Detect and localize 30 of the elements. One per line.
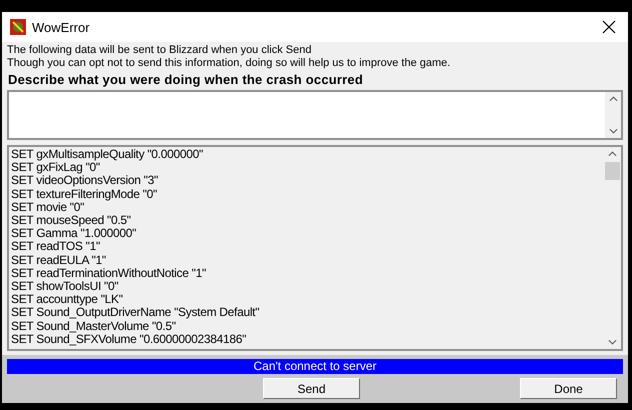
log-line: SET videoOptionsVersion "3" (11, 174, 159, 188)
log-line: SET showToolsUI "0" (11, 280, 120, 294)
log-line: SET readTOS "1" (11, 240, 101, 254)
app-icon (10, 19, 26, 35)
done-button[interactable]: Done (520, 378, 617, 399)
log-line: SET mouseSpeed "0.5" (11, 214, 132, 228)
log-line: SET Sound_OutputDriverName "System Default" (11, 306, 260, 320)
scrollbar-thumb[interactable] (604, 162, 620, 180)
window-title: WowError (32, 20, 91, 34)
log-line: SET readEULA "1" (11, 254, 107, 267)
log-line: SET Gamma "1.000000" (11, 227, 138, 240)
log-line: SET movie "0" (11, 200, 84, 214)
scroll-down-icon[interactable] (608, 339, 616, 345)
log-line: SET accounttype "LK" (11, 293, 124, 306)
scroll-down-icon[interactable] (608, 128, 618, 134)
log-line: SET gxFixLag "0" (11, 161, 100, 174)
log-line: SET Sound_MasterVolume "0.5" (11, 320, 177, 333)
intro-text: The following data will be sent to Blizzard when you click Send (7, 44, 312, 57)
scroll-up-icon[interactable] (608, 151, 616, 157)
close-icon[interactable] (602, 20, 616, 34)
description-label: Describe what you were doing when the crash occurred (8, 72, 364, 87)
log-line: SET readTerminationWithoutNotice "1" (11, 266, 207, 280)
status-bar: Can't connect to server (7, 359, 623, 374)
intro-text: Though you can opt not to send this information, doing so will help us to improve the game. (7, 57, 452, 70)
log-line: SET Sound_SFXVolume "0.60000002384186" (11, 332, 248, 346)
scroll-up-icon[interactable] (608, 96, 618, 102)
description-field[interactable] (7, 90, 623, 140)
log-line: SET gxMultisampleQuality "0.000000" (11, 148, 204, 162)
send-button[interactable]: Send (263, 378, 360, 399)
log-line: SET textureFilteringMode "0" (11, 188, 158, 201)
